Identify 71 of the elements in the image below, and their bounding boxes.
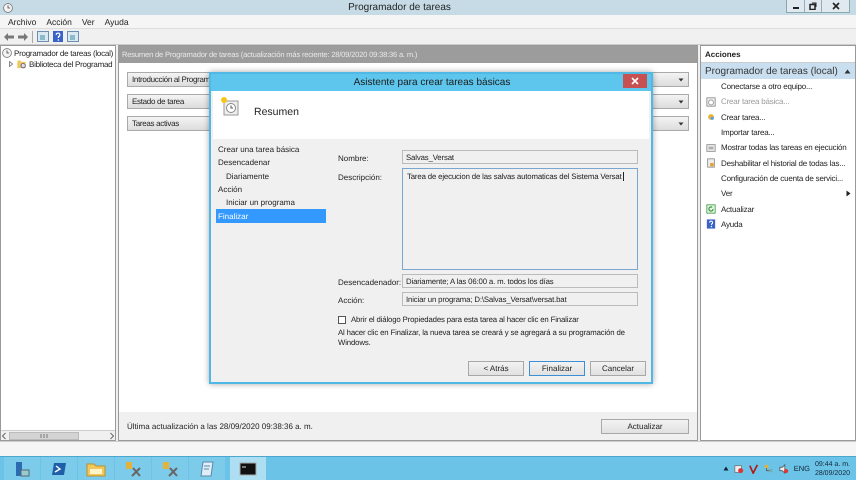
speaker-icon [778, 464, 789, 474]
action-item[interactable]: Ver [701, 186, 855, 202]
action-item[interactable]: Ayuda [701, 216, 855, 232]
help-button[interactable] [53, 31, 63, 42]
clock-icon [3, 2, 13, 12]
expand-arrow-icon[interactable] [8, 61, 14, 67]
dialog-button[interactable]: Cancelar [590, 361, 646, 376]
dialog-title: Asistente para crear tareas básicas [352, 77, 512, 88]
server-icon [13, 460, 31, 478]
refresh-button[interactable]: Actualizar [601, 418, 689, 434]
caret-up-icon [722, 466, 729, 471]
action-item[interactable]: Deshabilitar el historial de todas las... [701, 155, 855, 171]
wizard-step[interactable]: Crear una tarea básica [216, 143, 326, 156]
dialog-close-button[interactable] [623, 74, 647, 88]
field-label: Nombre: [338, 154, 370, 162]
wizard-heading: Resumen [254, 106, 299, 118]
horizontal-scrollbar[interactable] [1, 430, 115, 440]
window-title: Programador de tareas [347, 2, 452, 13]
minimize-button[interactable] [787, 0, 804, 12]
console-icon [239, 462, 257, 476]
menu-item[interactable]: Ver [82, 16, 95, 26]
close-button[interactable] [821, 0, 849, 12]
action-item[interactable]: Actualizar [701, 201, 855, 217]
restore-button[interactable] [804, 0, 821, 12]
panel-button[interactable] [37, 31, 49, 42]
action-item[interactable]: Importar tarea... [701, 124, 855, 140]
status-text: Última actualización a las 28/09/2020 09:38:36 a. m. [127, 422, 313, 430]
list-icon [706, 142, 716, 153]
action-item[interactable]: Crear tarea... [701, 110, 855, 125]
wizard-step[interactable]: Desencadenar [216, 156, 326, 170]
help-icon [706, 219, 716, 230]
close-icon [631, 77, 639, 85]
document-icon [706, 158, 716, 168]
field-label: Descripción: [338, 173, 384, 182]
checkbox[interactable] [338, 316, 346, 324]
menu-item[interactable]: Acción [46, 16, 72, 26]
scroll-left-icon[interactable] [1, 432, 7, 440]
actions-group-header[interactable]: Programador de tareas (local) [701, 63, 855, 79]
action-item[interactable]: Conectarse a otro equipo... [701, 79, 855, 94]
menu-item[interactable]: Archivo [8, 16, 36, 26]
action-item[interactable]: Configuración de cuenta de servici... [701, 170, 855, 186]
field-label: Acción: [338, 296, 366, 304]
task-icon [220, 96, 240, 116]
forward-button[interactable] [18, 32, 28, 40]
scroll-right-icon[interactable] [109, 432, 115, 440]
sun-icon [706, 112, 716, 122]
panel-button[interactable] [67, 31, 79, 42]
wizard-step[interactable]: Diariamente [216, 170, 326, 183]
dialog-button[interactable]: < Atrás [468, 361, 524, 376]
tools-icon [124, 460, 142, 478]
scrollbar-thumb[interactable] [9, 432, 79, 440]
tools-icon [161, 460, 179, 478]
logo-icon [748, 464, 759, 474]
network-icon [764, 464, 774, 474]
folder-icon [16, 59, 27, 69]
collapse-arrow-icon[interactable] [844, 68, 851, 74]
menu-item[interactable]: Ayuda [104, 16, 129, 26]
wizard-step[interactable]: Iniciar un programa [216, 196, 326, 210]
wizard-step[interactable]: Acción [216, 182, 326, 196]
tree-item[interactable]: Biblioteca del Programad [29, 60, 112, 68]
restore-icon [809, 2, 817, 10]
tree-item[interactable]: Programador de tareas (local) [14, 48, 114, 58]
refresh-icon [706, 204, 716, 214]
action-item[interactable]: Mostrar todas las tareas en ejecución [701, 140, 855, 156]
taskbar-button[interactable] [230, 457, 266, 480]
close-icon [832, 2, 840, 10]
dialog-button[interactable]: Finalizar [529, 361, 585, 376]
field-label: Desencadenador: [338, 278, 402, 286]
grip-icon [40, 434, 48, 438]
notepad-icon [198, 460, 216, 478]
back-button[interactable] [4, 32, 14, 40]
